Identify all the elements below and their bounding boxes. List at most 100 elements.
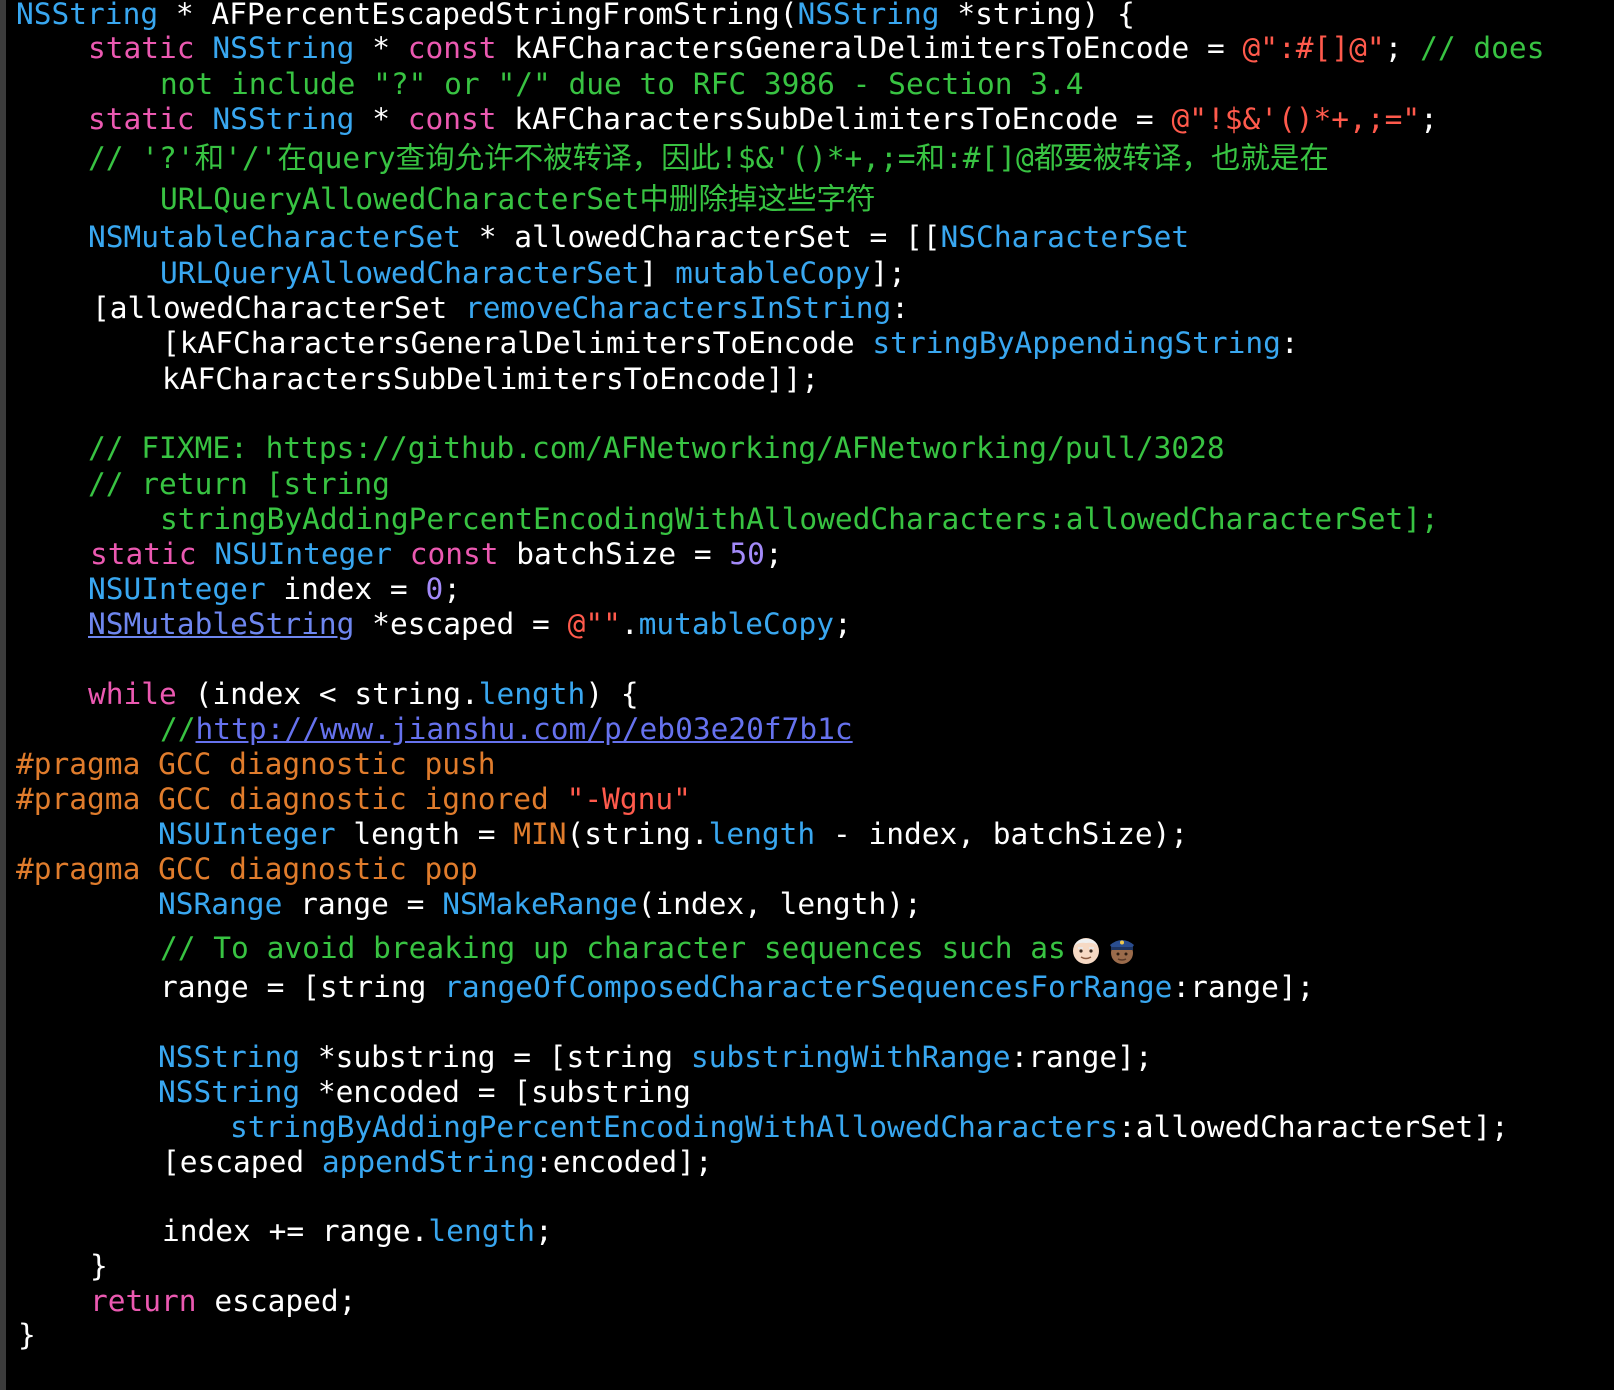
token-type: NSMutableCharacterSet [88,220,461,254]
token-text: * [354,102,408,136]
token-method: removeCharactersInString [464,291,892,325]
older-man-emoji-icon [1070,934,1102,966]
token-type: URLQueryAllowedCharacterSet [160,256,640,290]
token-text: * allowedCharacterSet = [[ [460,220,941,254]
token-preprocessor: #pragma [16,747,141,781]
token-string: @"" [567,607,621,641]
token-text: ; [764,537,783,571]
token-comment: // does [1420,31,1545,65]
token-comment: // To avoid breaking up character sequen… [160,931,1066,965]
token-method: stringByAppendingString [872,326,1281,360]
code-line-28: NSString *encoded = [substring [158,1074,691,1110]
police-officer-emoji-icon [1106,934,1138,966]
token-text: *string) { [939,0,1135,31]
token-text: (string. [566,817,709,851]
code-line-6: URLQueryAllowedCharacterSet中删除掉这些字符 [160,182,876,216]
token-text: (index < string. [176,677,479,711]
token-text: index += range. [162,1214,429,1248]
code-line-32: } [90,1249,108,1283]
token-type: NSString [158,1040,301,1074]
code-line-12: // FIXME: https://github.com/AFNetworkin… [88,431,1225,465]
token-text: kAFCharactersGeneralDelimitersToEncode = [496,31,1243,65]
token-text: :allowedCharacterSet]; [1118,1110,1509,1144]
token-text: index = [265,572,426,606]
code-line-11: kAFCharactersSubDelimitersToEncode]]; [162,362,820,396]
code-line-18: while (index < string.length) { [88,676,639,712]
token-text: range = [282,887,443,921]
token-text: ; [1420,102,1438,136]
token-text: kAFCharactersSubDelimitersToEncode = [496,102,1172,136]
token-method: appendString [321,1145,535,1179]
token-type: NSCharacterSet [940,220,1190,254]
token-text: ; [443,572,461,606]
token-keyword: const [409,537,499,571]
token-keyword: while [88,677,177,711]
token-text: : [1280,326,1299,360]
token-type: NSUInteger [88,572,266,606]
token-macro: MIN [513,817,567,851]
token-preprocessor: GCC diagnostic push [140,747,496,781]
token-text: - index, batchSize); [815,817,1189,851]
token-method: substringWithRange [690,1040,1011,1074]
code-line-21: #pragma GCC diagnostic ignored "-Wgnu" [16,781,691,817]
token-text: *escaped = [354,607,568,641]
token-text: ; [535,1214,553,1248]
token-function: NSMakeRange [442,887,638,921]
code-editor[interactable]: NSString * AFPercentEscapedStringFromStr… [0,0,1614,1390]
comment-link[interactable]: http://www.jianshu.com/p/eb03e20f7b1c [196,712,853,746]
code-line-2: static NSString * const kAFCharactersGen… [88,30,1544,66]
code-line-15: static NSUInteger const batchSize = 50; [90,536,783,572]
token-string: @":#[]@" [1242,31,1385,65]
token-text: * [354,31,408,65]
token-text: * AFPercentEscapedStringFromString( [158,0,798,31]
code-line-31: index += range.length; [162,1213,553,1249]
token-property: length [428,1214,535,1248]
token-keyword: static [88,102,195,136]
token-type: NSString [16,0,159,31]
token-string: "-Wgnu" [566,782,691,816]
code-line-17: NSMutableString *escaped = @"".mutableCo… [88,606,852,642]
token-type: NSString [212,31,355,65]
token-type: NSString [212,102,355,136]
token-keyword: const [407,102,497,136]
token-type: NSString [158,1075,301,1109]
token-method: rangeOfComposedCharacterSequencesForRang… [444,970,1173,1004]
token-text: . [620,607,639,641]
code-line-10: [kAFCharactersGeneralDelimitersToEncode … [162,325,1299,361]
code-line-4: static NSString * const kAFCharactersSub… [88,101,1438,137]
token-keyword: const [407,31,497,65]
token-preprocessor: #pragma [16,852,141,886]
token-number: 0 [425,572,444,606]
code-line-19: //http://www.jianshu.com/p/eb03e20f7b1c [160,711,853,747]
token-text: ] [639,256,676,290]
token-method: mutableCopy [638,607,834,641]
token-text: [kAFCharactersGeneralDelimitersToEncode [162,326,873,360]
token-string: @"!$&'()*+,;=" [1171,102,1421,136]
code-line-22: NSUInteger length = MIN(string.length - … [158,816,1188,852]
code-area[interactable]: NSString * AFPercentEscapedStringFromStr… [0,0,1614,1390]
code-line-13: // return [string [88,467,390,501]
code-line-14: stringByAddingPercentEncodingWithAllowed… [160,502,1439,536]
code-line-24: NSRange range = NSMakeRange(index, lengt… [158,886,922,922]
token-text: [escaped [162,1145,322,1179]
token-preprocessor: #pragma [16,782,141,816]
token-text: :range]; [1010,1040,1153,1074]
token-text: :encoded]; [535,1145,713,1179]
token-property: length [708,817,816,851]
token-number: 50 [729,537,765,571]
token-text: escaped; [196,1284,357,1318]
token-text: ]; [870,256,906,290]
token-text: : [891,291,910,325]
token-text: *encoded = [substring [300,1075,691,1109]
code-line-5: // '?'和'/'在query查询允许不被转译，因此!$&'()*+,;=和:… [88,141,1329,175]
type-link[interactable]: NSMutableString [88,607,354,641]
code-line-27: NSString *substring = [string substringW… [158,1039,1153,1075]
token-method: mutableCopy [675,256,871,290]
code-line-34: } [18,1318,36,1352]
code-line-25: // To avoid breaking up character sequen… [160,930,1138,966]
token-preprocessor: GCC diagnostic ignored [140,782,567,816]
code-line-1: NSString * AFPercentEscapedStringFromStr… [16,0,1135,32]
